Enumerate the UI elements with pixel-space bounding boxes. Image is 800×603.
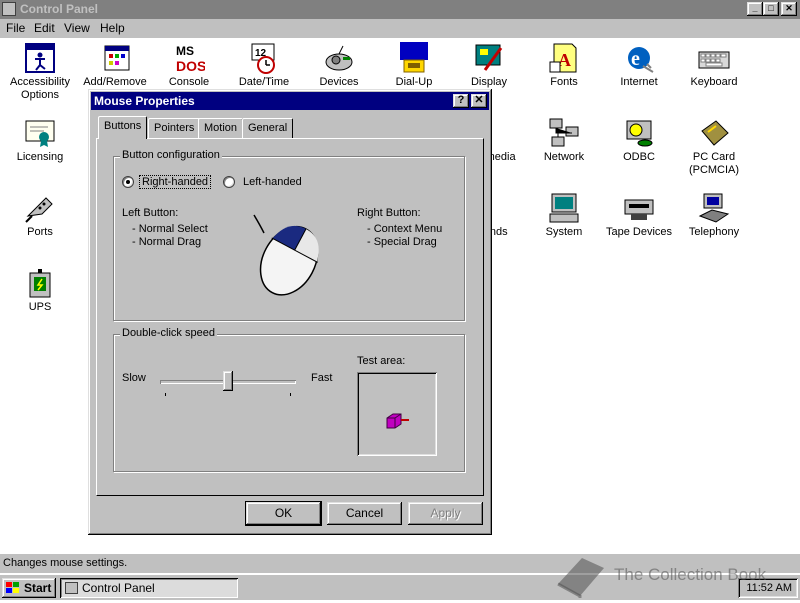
maximize-button[interactable]: □ — [763, 2, 779, 16]
control-panel-titlebar[interactable]: Control Panel _ □ ✕ — [0, 0, 800, 19]
left-button-title: Left Button: — [122, 207, 179, 219]
internet-icon: e — [623, 42, 655, 74]
cp-item-ports[interactable]: Ports — [2, 192, 78, 239]
accessibility-icon — [24, 42, 56, 74]
network-icon — [548, 117, 580, 149]
mouse-properties-dialog: Mouse Properties ? ✕ Buttons Pointers Mo… — [88, 89, 492, 535]
menu-view[interactable]: View — [61, 21, 93, 35]
cp-item-pc-card[interactable]: PC Card (PCMCIA) — [676, 117, 752, 177]
ports-icon — [24, 192, 56, 224]
fonts-icon: A — [548, 42, 580, 74]
odbc-icon — [623, 117, 655, 149]
left-button-action: - Normal Drag — [132, 236, 202, 248]
cp-item-telephony[interactable]: Telephony — [676, 192, 752, 239]
close-button[interactable]: ✕ — [781, 2, 797, 16]
left-handed-label[interactable]: Left-handed — [243, 176, 302, 188]
display-icon — [473, 42, 505, 74]
left-button-action: - Normal Select — [132, 223, 208, 235]
devices-icon — [323, 42, 355, 74]
button-configuration-group: Button configuration Right-handed Left-h… — [113, 149, 465, 321]
cp-item-keyboard[interactable]: Keyboard — [676, 42, 752, 89]
menu-file[interactable]: File — [3, 21, 28, 35]
cp-item-tape-devices[interactable]: Tape Devices — [601, 192, 677, 239]
right-handed-radio[interactable] — [122, 176, 134, 188]
start-button[interactable]: Start — [2, 578, 56, 598]
test-area[interactable] — [357, 372, 437, 456]
menu-bar: File Edit View Help — [0, 19, 800, 38]
book-icon — [552, 554, 608, 603]
minimize-button[interactable]: _ — [747, 2, 763, 16]
slider-tick — [165, 393, 166, 396]
cp-item-licensing[interactable]: Licensing — [2, 117, 78, 164]
dialog-close-button[interactable]: ✕ — [471, 94, 487, 108]
ok-button[interactable]: OK — [245, 501, 322, 526]
telephony-icon — [698, 192, 730, 224]
cp-item-network[interactable]: Network — [526, 117, 602, 164]
right-button-action: - Special Drag — [367, 236, 437, 248]
cancel-button[interactable]: Cancel — [327, 502, 402, 525]
test-area-label: Test area: — [357, 355, 406, 367]
right-button-title: Right Button: — [357, 207, 421, 219]
cp-item-dial-up[interactable]: Dial-Up — [376, 42, 452, 89]
windows-logo-icon — [6, 582, 20, 594]
tab-general[interactable]: General — [242, 118, 294, 138]
apply-button[interactable]: Apply — [408, 502, 483, 525]
dialog-title: Mouse Properties — [94, 94, 195, 108]
keyboard-icon — [698, 42, 730, 74]
control-panel-icon — [65, 582, 78, 594]
svg-text:e: e — [631, 48, 640, 70]
slow-label: Slow — [122, 372, 146, 384]
double-click-speed-group: Double-click speed Slow Fast Test area: — [113, 327, 465, 472]
cp-item-display[interactable]: Display — [451, 42, 527, 89]
tab-panel-buttons: Button configuration Right-handed Left-h… — [96, 138, 484, 496]
svg-text:MS: MS — [176, 44, 194, 58]
cp-item-date-time[interactable]: 12 Date/Time — [226, 42, 302, 89]
cp-item-add-remove[interactable]: Add/Remove — [77, 42, 153, 89]
left-handed-radio[interactable] — [223, 176, 235, 188]
fast-label: Fast — [311, 372, 333, 384]
watermark: The Collection Book — [548, 552, 798, 600]
console-icon: MS DOS — [173, 42, 206, 74]
mouse-illustration-icon — [242, 211, 342, 304]
right-button-action: - Context Menu — [367, 223, 443, 235]
cp-item-accessibility[interactable]: Accessibility Options — [2, 42, 78, 102]
add-remove-icon — [99, 42, 131, 74]
tab-motion[interactable]: Motion — [198, 118, 244, 138]
right-handed-label[interactable]: Right-handed — [138, 175, 212, 189]
control-panel-icon — [2, 2, 16, 16]
menu-edit[interactable]: Edit — [31, 21, 58, 35]
cp-item-devices[interactable]: Devices — [301, 42, 377, 89]
cp-item-odbc[interactable]: ODBC — [601, 117, 677, 164]
taskbar-item-control-panel[interactable]: Control Panel — [60, 578, 238, 598]
menu-help[interactable]: Help — [97, 21, 128, 35]
ups-icon — [24, 267, 56, 299]
tab-buttons[interactable]: Buttons — [98, 116, 148, 139]
cp-item-system[interactable]: System — [526, 192, 602, 239]
tab-pointers[interactable]: Pointers — [148, 118, 201, 138]
cp-item-console[interactable]: MS DOS Console — [151, 42, 227, 89]
radio-selected-dot — [126, 180, 130, 184]
licensing-icon — [24, 117, 56, 149]
dial-up-icon — [398, 42, 430, 74]
date-time-icon: 12 — [248, 42, 280, 74]
window-title: Control Panel — [20, 2, 99, 16]
cp-item-ups[interactable]: UPS — [2, 267, 78, 314]
pc-card-icon — [698, 117, 730, 149]
status-text: Changes mouse settings. — [3, 557, 128, 569]
tape-devices-icon — [623, 192, 655, 224]
cp-item-internet[interactable]: e Internet — [601, 42, 677, 89]
help-button[interactable]: ? — [453, 94, 469, 108]
double-click-slider-thumb[interactable] — [223, 371, 233, 391]
cp-item-fonts[interactable]: A Fonts — [526, 42, 602, 89]
dialog-titlebar[interactable]: Mouse Properties ? ✕ — [91, 92, 489, 110]
slider-tick — [290, 393, 291, 396]
svg-text:DOS: DOS — [176, 58, 205, 74]
system-icon — [548, 192, 580, 224]
jack-in-the-box-icon — [385, 412, 413, 435]
